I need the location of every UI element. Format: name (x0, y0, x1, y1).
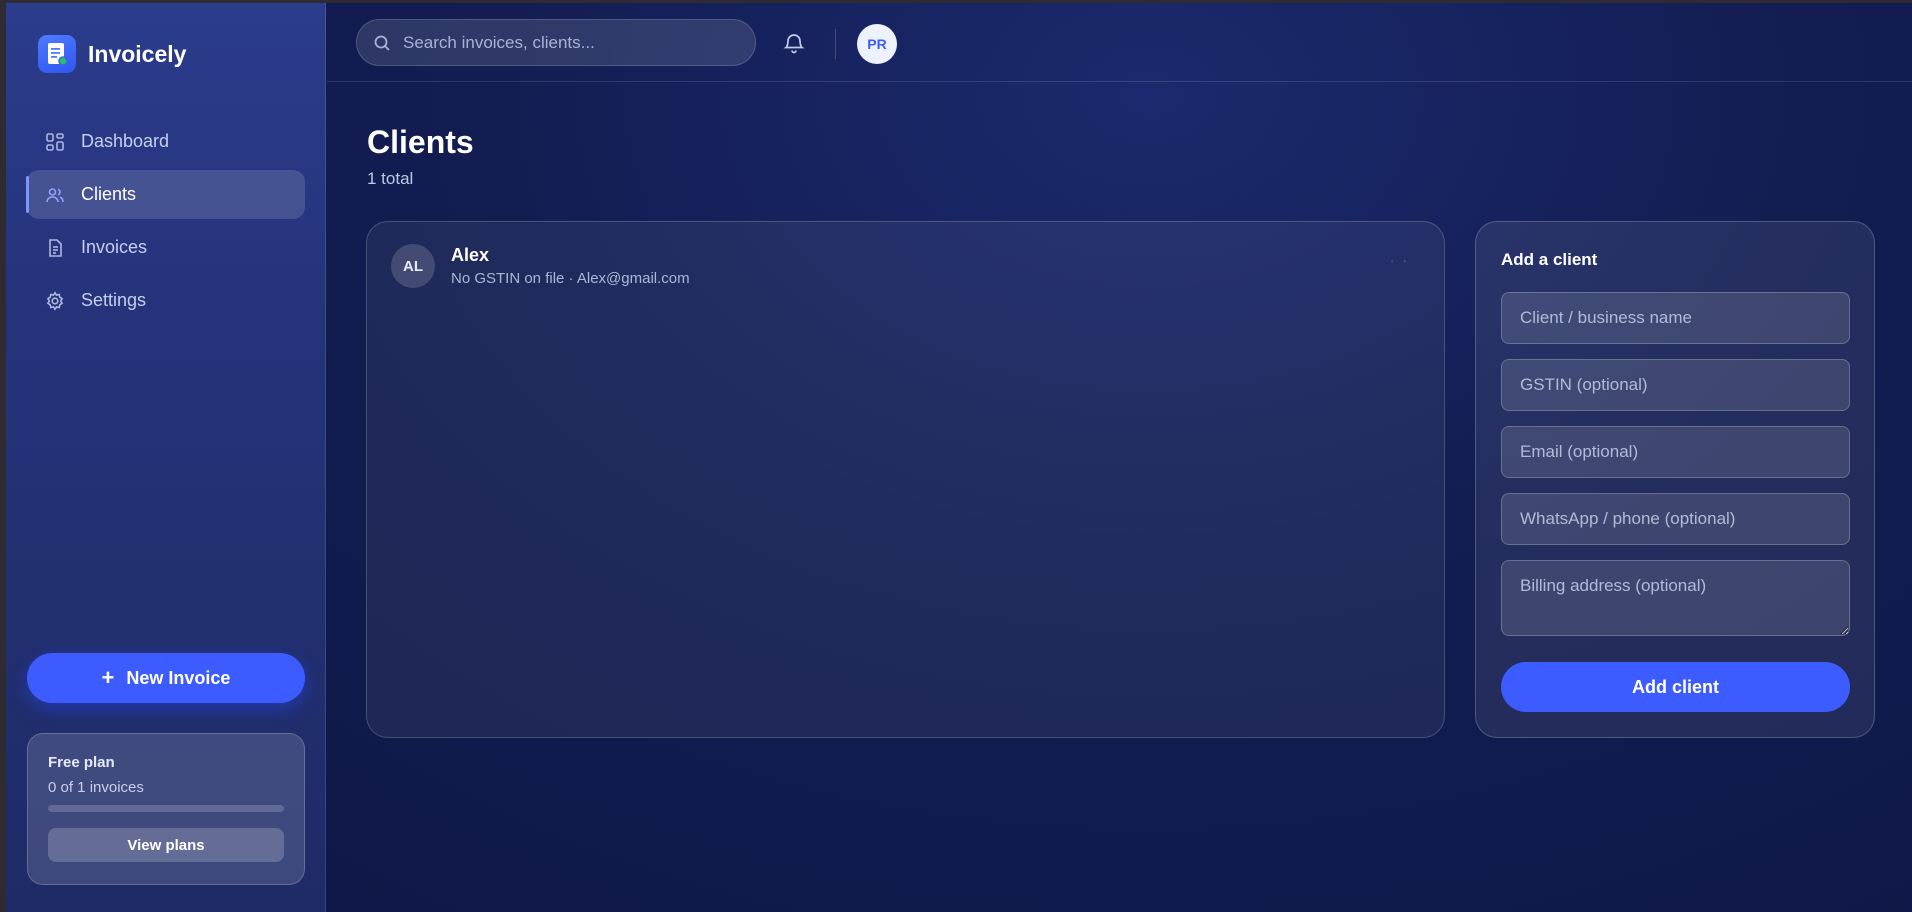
sidebar-item-label: Invoices (81, 237, 148, 257)
search-icon (374, 35, 390, 51)
client-name: Alex (451, 245, 490, 265)
sidebar-item-invoices[interactable]: Invoices (27, 223, 305, 272)
plan-title: Free plan (48, 754, 115, 771)
client-count: 1 total (367, 169, 414, 188)
sidebar-item-dashboard[interactable]: Dashboard (27, 117, 305, 166)
phone-field[interactable] (1501, 493, 1850, 545)
new-invoice-label: New Invoice (126, 667, 231, 688)
client-info: Alex No GSTIN on file · Alex@gmail.com (451, 245, 690, 287)
page-title: Clients (367, 124, 474, 160)
add-client-button[interactable]: Add client (1501, 662, 1850, 712)
new-invoice-button[interactable]: + New Invoice (27, 653, 305, 703)
gstin-field[interactable] (1501, 359, 1850, 411)
sidebar-item-label: Dashboard (81, 131, 170, 151)
users-icon (46, 187, 64, 202)
grid-icon (46, 132, 64, 151)
sidebar-item-label: Settings (81, 290, 147, 310)
bell-icon[interactable] (782, 31, 806, 55)
client-list-panel: AL Alex No GSTIN on file · Alex@gmail.co… (366, 221, 1445, 738)
email-field[interactable] (1501, 426, 1850, 478)
brand-name: Invoicely (88, 40, 187, 67)
gear-icon (46, 290, 64, 311)
view-plans-button[interactable]: View plans (48, 828, 284, 862)
more-options-icon[interactable]: · · (1390, 252, 1409, 268)
plan-progress-bar (48, 805, 284, 812)
plan-card: Free plan 0 of 1 invoices View plans (27, 733, 305, 885)
search-bar[interactable] (356, 19, 756, 66)
sidebar-item-label: Clients (81, 184, 137, 204)
plan-usage: 0 of 1 invoices (48, 779, 144, 796)
user-avatar[interactable]: PR (857, 24, 897, 64)
list-item[interactable]: AL Alex No GSTIN on file · Alex@gmail.co… (391, 244, 1421, 288)
sidebar-item-settings[interactable]: Settings (27, 276, 305, 325)
billing-address-field[interactable] (1501, 560, 1850, 636)
client-meta: No GSTIN on file · Alex@gmail.com (451, 270, 690, 287)
topbar-divider (835, 29, 836, 59)
search-input[interactable] (403, 32, 733, 53)
sidebar-nav: Dashboard Clients Invoices Settings (26, 117, 305, 329)
brand[interactable]: Invoicely (38, 35, 186, 73)
client-avatar: AL (391, 244, 435, 288)
document-icon (49, 238, 62, 257)
add-client-title: Add a client (1501, 250, 1598, 269)
sidebar-item-clients[interactable]: Clients (26, 170, 305, 219)
topbar: PR (327, 3, 1912, 82)
plus-icon: + (101, 665, 115, 690)
add-client-panel: Add a client Add client (1475, 221, 1875, 738)
client-name-field[interactable] (1501, 292, 1850, 344)
sidebar: Invoicely Dashboard Clients Invoices Set… (6, 3, 326, 912)
app-window: Invoicely Dashboard Clients Invoices Set… (6, 3, 1912, 912)
invoice-logo-icon (38, 35, 76, 73)
